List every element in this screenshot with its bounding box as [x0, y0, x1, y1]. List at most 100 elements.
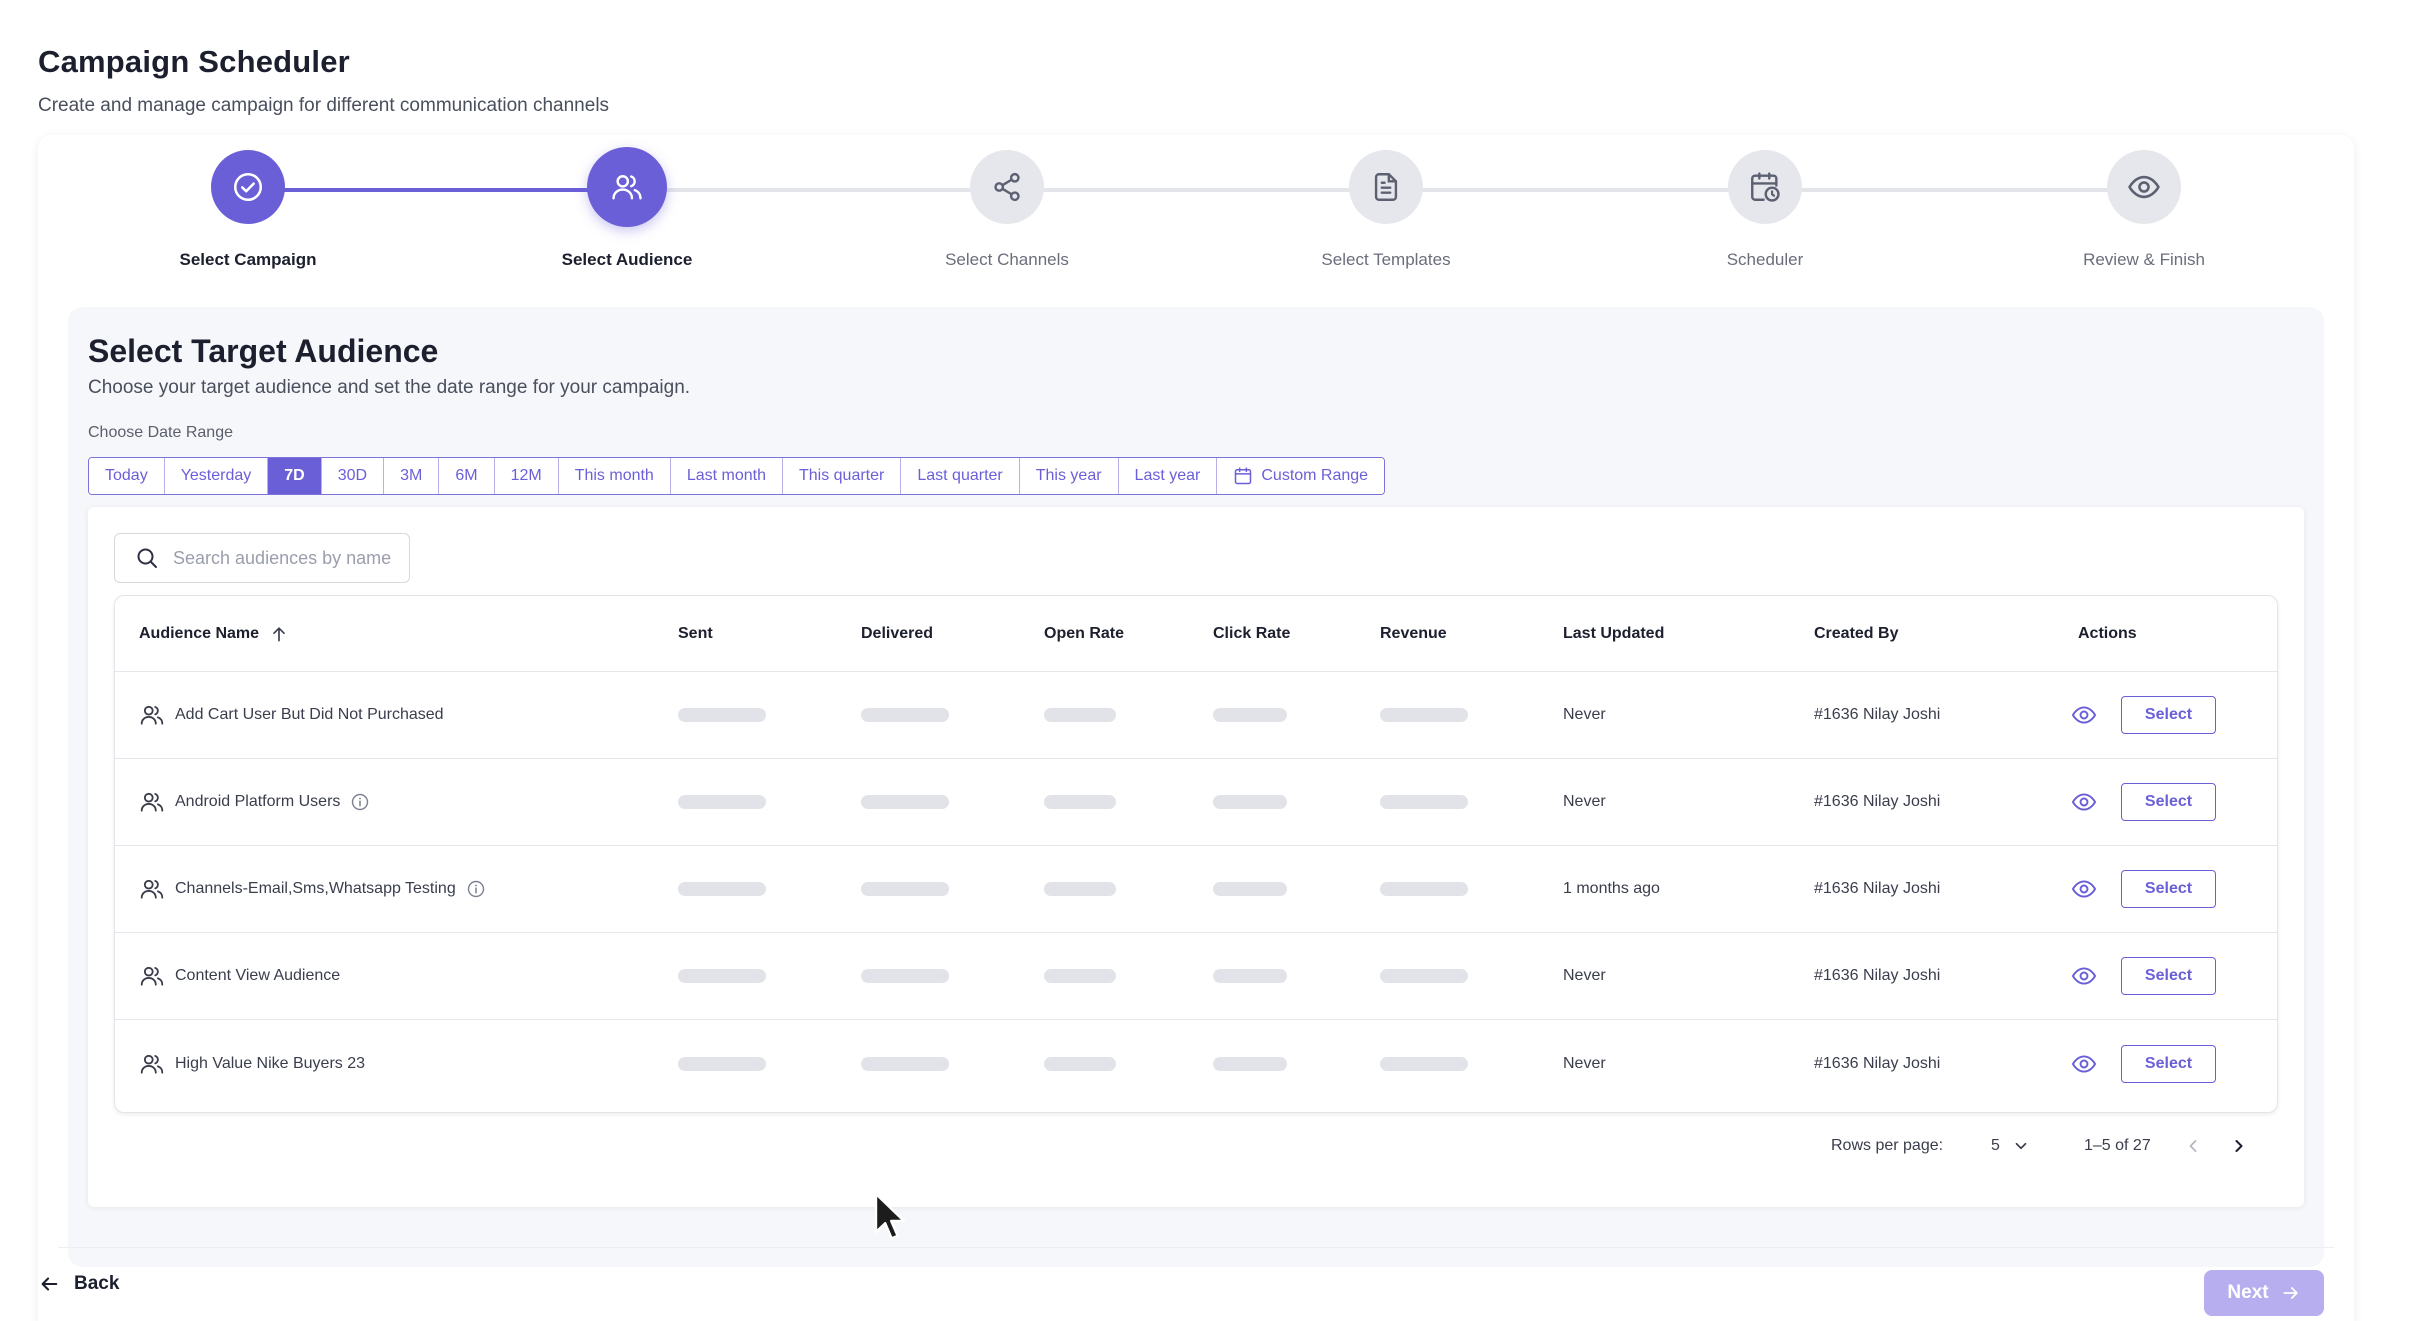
share-icon — [970, 150, 1044, 224]
created-by: #1636 Nilay Joshi — [1814, 967, 1941, 984]
range-today[interactable]: Today — [89, 458, 165, 494]
revenue-loading-skeleton — [1380, 795, 1468, 809]
sent-loading-skeleton — [678, 708, 766, 722]
last-updated: Never — [1563, 967, 1606, 984]
select-button[interactable]: Select — [2121, 783, 2216, 821]
info-icon[interactable] — [350, 792, 370, 812]
step-select-campaign[interactable]: Select Campaign — [118, 150, 378, 270]
info-icon[interactable] — [466, 879, 486, 899]
delivered-loading-skeleton — [861, 795, 949, 809]
range-last-quarter[interactable]: Last quarter — [901, 458, 1020, 494]
column-audience-name[interactable]: Audience Name — [139, 596, 289, 671]
rows-per-page-label: Rows per page: — [1831, 1137, 1944, 1154]
table-row: High Value Nike Buyers 23 Never #1636 Ni… — [115, 1020, 2277, 1107]
page-subtitle: Create and manage campaign for different… — [38, 95, 610, 116]
row-actions: Select — [2069, 846, 2216, 932]
search-input[interactable] — [173, 547, 403, 569]
range-7d[interactable]: 7D — [268, 458, 322, 494]
revenue-loading-skeleton — [1380, 969, 1468, 983]
calendar-clock-icon — [1728, 150, 1802, 224]
range-this-year[interactable]: This year — [1019, 458, 1119, 494]
users-icon — [139, 1051, 165, 1077]
audience-name-cell: Channels-Email,Sms,Whatsapp Testing — [139, 846, 486, 932]
step-select-audience[interactable]: Select Audience — [497, 147, 757, 270]
delivered-loading-skeleton — [861, 708, 949, 722]
revenue-loading-skeleton — [1380, 1056, 1468, 1071]
step-label: Select Channels — [945, 250, 1069, 269]
column-click-rate: Click Rate — [1213, 624, 1291, 642]
audience-table: Audience Name Sent Delivered Open Rate C… — [114, 595, 2278, 1113]
column-last-updated: Last Updated — [1563, 624, 1665, 642]
range-this-quarter[interactable]: This quarter — [782, 458, 902, 494]
step-label: Select Campaign — [179, 250, 317, 269]
view-eye-icon[interactable] — [2069, 1049, 2099, 1079]
range-30d[interactable]: 30D — [321, 458, 385, 494]
step-review-finish[interactable]: Review & Finish — [2014, 150, 2274, 270]
step-label: Select Templates — [1321, 250, 1451, 269]
sort-ascending-icon[interactable] — [269, 624, 289, 644]
sent-loading-skeleton — [678, 969, 766, 983]
next-button[interactable]: Next — [2204, 1270, 2324, 1316]
column-label: Audience Name — [139, 624, 260, 642]
date-range-selector: Today Yesterday 7D 30D 3M 6M 12M This mo… — [88, 457, 1386, 495]
step-select-channels[interactable]: Select Channels — [877, 150, 1137, 270]
wizard-card: Select Campaign Select Audience Select C… — [38, 135, 2354, 1321]
select-button[interactable]: Select — [2121, 870, 2216, 908]
audience-table-card: Audience Name Sent Delivered Open Rate C… — [88, 507, 2304, 1207]
audience-name: Channels-Email,Sms,Whatsapp Testing — [175, 880, 456, 897]
created-by: #1636 Nilay Joshi — [1814, 880, 1941, 897]
range-custom-label: Custom Range — [1261, 467, 1369, 484]
users-icon — [139, 702, 165, 728]
users-icon — [587, 147, 667, 227]
open-rate-loading-skeleton — [1044, 1056, 1116, 1071]
calendar-icon — [1233, 466, 1253, 486]
range-last-year[interactable]: Last year — [1118, 458, 1218, 494]
next-label: Next — [2227, 1282, 2269, 1303]
open-rate-loading-skeleton — [1044, 969, 1116, 983]
view-eye-icon[interactable] — [2069, 787, 2099, 817]
view-eye-icon[interactable] — [2069, 700, 2099, 730]
select-button[interactable]: Select — [2121, 957, 2216, 995]
eye-icon — [2107, 150, 2181, 224]
click-rate-loading-skeleton — [1213, 882, 1287, 896]
previous-page-button[interactable] — [2183, 1127, 2203, 1165]
row-actions: Select — [2069, 1020, 2216, 1107]
table-row: Add Cart User But Did Not Purchased Neve… — [115, 672, 2277, 759]
click-rate-loading-skeleton — [1213, 1056, 1287, 1071]
step-select-templates[interactable]: Select Templates — [1256, 150, 1516, 270]
range-12m[interactable]: 12M — [494, 458, 559, 494]
range-custom[interactable]: Custom Range — [1217, 458, 1385, 494]
select-button[interactable]: Select — [2121, 1044, 2216, 1083]
revenue-loading-skeleton — [1380, 708, 1468, 722]
created-by: #1636 Nilay Joshi — [1814, 1054, 1941, 1072]
pagination-range: 1–5 of 27 — [2084, 1137, 2151, 1154]
mouse-cursor-icon — [874, 1192, 906, 1240]
audience-name-cell: High Value Nike Buyers 23 — [139, 1020, 365, 1107]
next-page-button[interactable] — [2229, 1127, 2249, 1165]
open-rate-loading-skeleton — [1044, 882, 1116, 896]
view-eye-icon[interactable] — [2069, 874, 2099, 904]
audience-name-cell: Add Cart User But Did Not Purchased — [139, 672, 444, 758]
range-this-month[interactable]: This month — [558, 458, 671, 494]
search-field[interactable] — [114, 533, 410, 583]
back-button[interactable]: Back — [38, 1273, 119, 1295]
back-label: Back — [74, 1273, 120, 1294]
table-row: Channels-Email,Sms,Whatsapp Testing 1 mo… — [115, 846, 2277, 933]
arrow-left-icon — [38, 1273, 60, 1295]
last-updated: Never — [1563, 1054, 1606, 1072]
rows-per-page-select[interactable]: 5 — [1991, 1127, 2030, 1165]
step-scheduler[interactable]: Scheduler — [1635, 150, 1895, 270]
search-icon — [135, 546, 159, 570]
created-by: #1636 Nilay Joshi — [1814, 706, 1941, 723]
delivered-loading-skeleton — [861, 882, 949, 896]
view-eye-icon[interactable] — [2069, 961, 2099, 991]
revenue-loading-skeleton — [1380, 882, 1468, 896]
range-6m[interactable]: 6M — [439, 458, 495, 494]
range-yesterday[interactable]: Yesterday — [164, 458, 269, 494]
audience-name: Content View Audience — [175, 967, 341, 984]
range-last-month[interactable]: Last month — [670, 458, 783, 494]
users-icon — [139, 963, 165, 989]
range-3m[interactable]: 3M — [384, 458, 440, 494]
open-rate-loading-skeleton — [1044, 708, 1116, 722]
select-button[interactable]: Select — [2121, 696, 2216, 734]
